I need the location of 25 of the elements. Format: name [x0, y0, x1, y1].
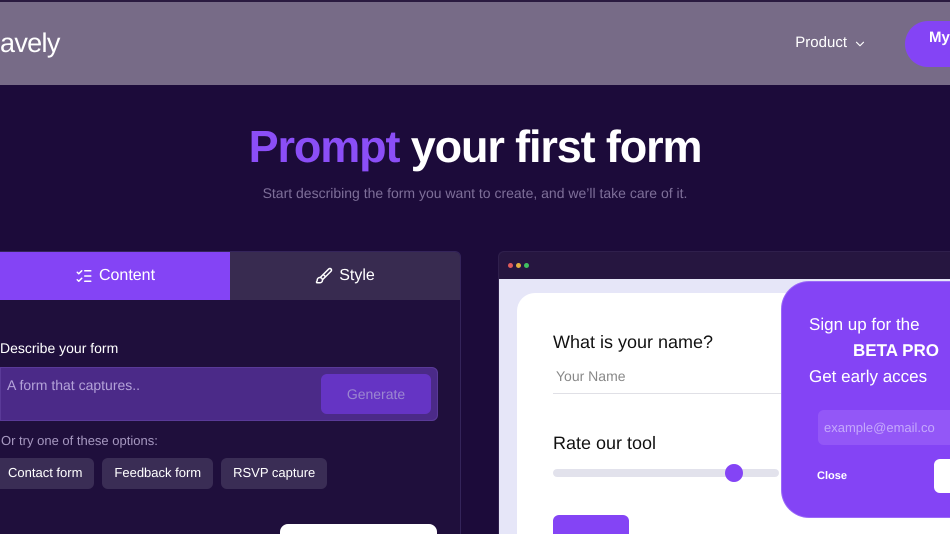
close-button[interactable]: Close [817, 468, 847, 484]
field-label: Describe your form [0, 339, 120, 358]
question-label: What is your name? [553, 331, 714, 354]
signup-button[interactable] [934, 459, 950, 493]
brush-icon [315, 267, 334, 285]
editor-tab[interactable]: Content [0, 252, 230, 300]
rating-label: Rate our tool [553, 432, 658, 455]
hero-heading: Prompt your first form [248, 120, 702, 174]
nav-menu-button[interactable]: Product [795, 32, 867, 55]
nav-cta-button[interactable]: My [905, 20, 950, 66]
logo[interactable]: avely [0, 23, 60, 64]
checklist-icon [74, 267, 93, 285]
rating-slider[interactable] [553, 464, 779, 482]
option-chip[interactable]: Contact form [0, 458, 94, 488]
option-chip[interactable]: RSVP capture [221, 458, 328, 488]
popup-text: Get early acces [809, 366, 928, 388]
prompt-input-field[interactable]: A form that captures.. Generate [0, 367, 438, 421]
option-chip[interactable]: Feedback form [102, 458, 214, 488]
popup-text: Sign up for the [809, 314, 921, 336]
slider-thumb[interactable] [724, 464, 743, 482]
hero-subtitle: Start describing the form you want to create, and we’ll take care of it. [262, 184, 688, 203]
options-label: Or try one of these options: [0, 432, 159, 450]
popup-heading: BETA PRO [853, 340, 940, 362]
editor-tab[interactable]: Style [230, 252, 460, 300]
input-placeholder: A form that captures.. [7, 376, 140, 395]
